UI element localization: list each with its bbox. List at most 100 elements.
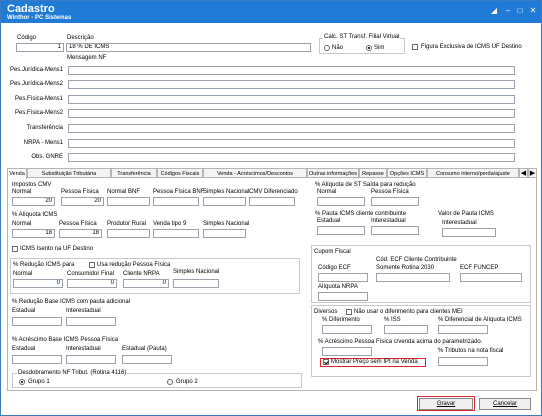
trib-nota-label: % Tributos na nota fiscal [438,348,504,354]
tab-venda[interactable]: Venda [7,168,27,179]
cmv-pf-input[interactable]: 20 [61,197,104,206]
cod-ecf-label: Código ECF [318,265,351,271]
iss-input[interactable] [384,325,428,334]
pauta-estadual-input[interactable] [317,226,365,235]
mensagem-input[interactable] [68,80,515,89]
cmv-normal-input[interactable]: 20 [12,197,55,206]
close-icon[interactable]: ✕ [528,6,538,16]
acresc-pf-label: % Acréscimo Pessoa Física c/venda acima … [318,339,483,345]
red-base-pauta-label: % Redução Base ICMS com pauta adicional [12,299,131,305]
aliq-nrpa-label: Alíquota NRPA [318,284,358,290]
acresc-estadual-pauta-input[interactable] [122,355,172,364]
nao-label: Não [332,45,344,51]
acresc-interestadual-input[interactable] [66,355,116,364]
cmv-diferenciado-label: CMV Diferenciado [249,189,298,195]
nao-usar-diferimento-checkbox[interactable] [346,309,352,315]
diferimento-input[interactable] [322,325,372,334]
red-consumidor-input[interactable]: 0 [67,279,117,288]
mensagem-input[interactable] [68,66,515,75]
mensagem-label: Pes.Física-Mens1 [14,96,63,102]
maximize-icon[interactable]: □ [515,6,525,16]
icms-isento-checkbox[interactable] [12,246,18,252]
nao-radio[interactable] [324,45,330,51]
descricao-input[interactable]: 18 % DE ICMS [66,43,311,52]
title-bar: Cadastro Winthor - PC Sistemas ◢ – □ ✕ [1,1,541,23]
st-saida-normal-label: Normal [317,189,337,195]
cancelar-button[interactable]: Cancelar [479,398,531,410]
aliq-pf-input[interactable]: 18 [59,229,102,238]
figura-exclusiva-checkbox[interactable] [412,44,418,50]
mensagem-input[interactable] [68,153,515,162]
red-base-interestadual-input[interactable] [66,317,116,326]
cancelar-label: Cancelar [492,401,517,407]
mensagem-input[interactable] [68,124,515,133]
descricao-label: Descrição [67,35,94,41]
cmv-pf-bnf-label: Pessoa Física BNF [153,189,205,195]
grupo2-radio[interactable] [167,379,173,385]
usa-reducao-pf-label: Usa redução Pessoa Física [97,262,171,268]
acresc-pf-input[interactable] [322,347,372,356]
red-base-estadual-input[interactable] [12,317,62,326]
cmv-simples-input[interactable] [203,197,246,206]
mostrar-preco-checkbox[interactable] [323,359,329,365]
icms-isento-label: ICMS Isento na UF Destino [20,246,94,252]
figura-exclusiva-label: Figura Exclusiva de ICMS UF Destino [421,44,522,50]
cod-ecf-input[interactable] [318,273,368,282]
acresc-interestadual-label: Interestadual [66,346,101,352]
mensagem-label: Transferência [26,125,63,131]
acresc-estadual-pauta-label: Estadual (Pauta) [122,346,167,352]
ecf-funcep-input[interactable] [460,273,522,282]
red-icms-label: % Redução ICMS para [13,262,75,268]
desdobramento-label: Desdobramento NF Tribut. (Rotina 4116) [17,370,128,376]
aliq-nrpa-input[interactable] [318,292,368,301]
aliq-prod-rural-input[interactable] [107,229,150,238]
desdobramento-group: Desdobramento NF Tribut. (Rotina 4116) G… [12,370,302,388]
venda-tab-panel: Impostos CMV Normal Pessoa Física Normal… [7,177,537,391]
acresc-estadual-label: Estadual [12,346,36,352]
pauta-cliente-label: % Pauta ICMS cliente contribuinte [315,211,407,217]
aliq-prod-rural-label: Produtor Rural [107,221,147,227]
cmv-simples-label: Simples Nacional [203,189,250,195]
cmv-pf-bnf-input[interactable] [153,197,199,206]
impostos-cmv-label: Impostos CMV [12,182,52,188]
aliq-normal-label: Normal [12,221,32,227]
red-simples-input[interactable] [173,279,219,288]
mensagem-input[interactable] [68,95,515,104]
aliq-simples-input[interactable] [203,229,246,238]
pin-icon[interactable]: ◢ [489,6,499,16]
grupo1-label: Grupo 1 [28,379,50,385]
sim-radio[interactable] [366,45,372,51]
aliq-venda-tipo9-input[interactable] [153,229,199,238]
red-base-estadual-label: Estadual [12,308,36,314]
red-simples-label: Simples Nacional [173,269,220,275]
pauta-interestadual-input[interactable] [371,226,419,235]
trib-nota-input[interactable] [438,357,488,366]
sim-label: Sim [374,45,385,51]
acresc-estadual-input[interactable] [12,355,62,364]
cmv-pf-label: Pessoa Física [61,189,99,195]
cupom-fiscal-group: Cupom Fiscal Cód. ECF Cliente Contribuin… [311,245,531,303]
usa-reducao-pf-checkbox[interactable] [89,262,95,268]
codigo-input[interactable]: 1 [16,43,64,52]
st-saida-normal-input[interactable] [317,197,365,206]
red-nrpa-input[interactable]: 0 [123,279,169,288]
cod-ecf-cliente-input[interactable] [376,273,450,282]
valor-pauta-interestadual-input[interactable] [442,228,496,237]
red-normal-input[interactable]: 0 [13,279,63,288]
grupo1-radio[interactable] [19,379,25,385]
dif-aliquota-input[interactable] [438,325,488,334]
minimize-icon[interactable]: – [503,6,513,16]
cmv-diferenciado-input[interactable] [249,197,295,206]
aliq-normal-input[interactable]: 18 [12,229,55,238]
mensagem-input[interactable] [68,139,515,148]
st-saida-pf-input[interactable] [371,197,419,206]
mostrar-preco-label: Mostrar Preço sem IPI na Venda [331,359,418,365]
cmv-normal-bnf-input[interactable] [107,197,150,206]
red-consumidor-label: Consumidor Final [67,271,115,277]
somente-rotina-label: Somente Rotina 2030 [376,265,435,271]
mensagem-input[interactable] [68,109,515,118]
st-saida-pf-label: Pessoa Física [371,189,409,195]
gravar-button[interactable]: Gravar [419,398,473,410]
window-title: Cadastro [7,3,55,15]
mensagem-label: Obs. GNRE [31,154,63,160]
